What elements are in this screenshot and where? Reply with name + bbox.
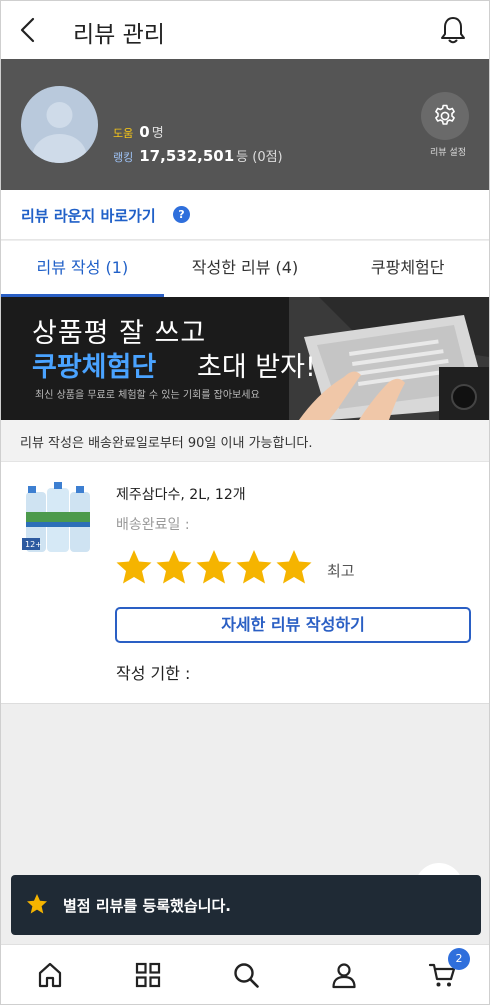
review-settings-button[interactable]	[421, 92, 469, 140]
tab-written-reviews[interactable]: 작성한 리뷰 (4)	[164, 241, 327, 297]
pack-count-label: 12+	[25, 540, 42, 549]
home-icon[interactable]	[36, 961, 64, 989]
cart-count-badge: 2	[448, 948, 470, 970]
help-value: 0	[139, 123, 150, 141]
rank-value: 17,532,501	[139, 147, 235, 165]
star-icon[interactable]	[275, 548, 313, 586]
toast-message: 별점 리뷰를 등록했습니다.	[11, 875, 481, 935]
profile-panel: 도움 0 명 랭킹 17,532,501 등 (0점) 리뷰 설정	[1, 59, 489, 190]
banner-highlight: 쿠팡체험단	[32, 352, 157, 383]
page-title: 리뷰 관리	[73, 22, 165, 48]
category-grid-icon[interactable]	[134, 961, 162, 989]
help-unit: 명	[151, 126, 164, 141]
rank-label: 랭킹	[113, 151, 134, 164]
back-arrow-icon[interactable]	[15, 16, 43, 44]
user-icon[interactable]	[330, 961, 358, 989]
rank-row: 랭킹 17,532,501 등 (0점)	[113, 146, 283, 170]
avatar	[21, 86, 98, 163]
review-settings-label: 리뷰 설정	[430, 148, 466, 158]
help-label: 도움	[113, 127, 134, 140]
gear-icon	[435, 104, 455, 125]
laptop-typing-illustration	[289, 297, 489, 420]
delivery-date-label: 배송완료일 :	[116, 517, 190, 533]
review-lounge-link[interactable]: 리뷰 라운지 바로가기 ?	[1, 190, 489, 240]
rating-label: 최고	[327, 562, 355, 580]
star-icon[interactable]	[115, 548, 153, 586]
help-count-row: 도움 0 명	[113, 122, 283, 146]
bottom-navigation	[1, 944, 489, 1004]
review-tabs: 리뷰 작성 (1) 작성한 리뷰 (4) 쿠팡체험단	[1, 241, 489, 297]
review-management-screen: 리뷰 관리 도움 0 명 랭킹 17,532,501 등 (0점) 리뷰 설정 …	[0, 0, 490, 1005]
review-period-notice: 리뷰 작성은 배송완료일로부터 90일 이내 가능합니다.	[1, 420, 489, 462]
star-icon[interactable]	[155, 548, 193, 586]
bell-icon[interactable]	[439, 15, 467, 45]
star-rating[interactable]	[115, 548, 313, 586]
notice-text: 리뷰 작성은 배송완료일로부터 90일 이내 가능합니다.	[20, 436, 313, 451]
tab-coupang-experience[interactable]: 쿠팡체험단	[326, 241, 489, 297]
star-icon	[27, 894, 47, 914]
star-icon[interactable]	[235, 548, 273, 586]
banner-subtext: 최신 상품을 무료로 체험할 수 있는 기회를 잡아보세요	[35, 390, 260, 401]
help-question-icon[interactable]: ?	[173, 206, 190, 223]
star-icon[interactable]	[195, 548, 233, 586]
experience-group-banner[interactable]: 상품평 잘 쓰고 쿠팡체험단 초대 받자! 최신 상품을 무료로 체험할 수 있…	[1, 297, 489, 420]
toast-text: 별점 리뷰를 등록했습니다.	[63, 897, 231, 915]
product-thumbnail[interactable]: 12+	[22, 482, 94, 556]
review-lounge-link-text[interactable]: 리뷰 라운지 바로가기	[21, 205, 156, 226]
profile-stats: 도움 0 명 랭킹 17,532,501 등 (0점)	[113, 122, 283, 170]
banner-headline-rest: 초대 받자!	[197, 352, 316, 383]
pending-review-card: 12+ 제주삼다수, 2L, 12개 배송완료일 : 최고 자세한 리뷰 작성하…	[1, 462, 489, 704]
tab-write-review[interactable]: 리뷰 작성 (1)	[1, 241, 164, 297]
review-deadline-label: 작성 기한 :	[116, 664, 191, 683]
search-icon[interactable]	[232, 961, 260, 989]
product-name[interactable]: 제주삼다수, 2L, 12개	[116, 484, 246, 504]
top-app-bar: 리뷰 관리	[1, 1, 489, 59]
rank-unit: 등 (0점)	[236, 150, 283, 165]
write-detailed-review-button[interactable]: 자세한 리뷰 작성하기	[115, 607, 471, 643]
default-user-icon	[32, 102, 87, 163]
